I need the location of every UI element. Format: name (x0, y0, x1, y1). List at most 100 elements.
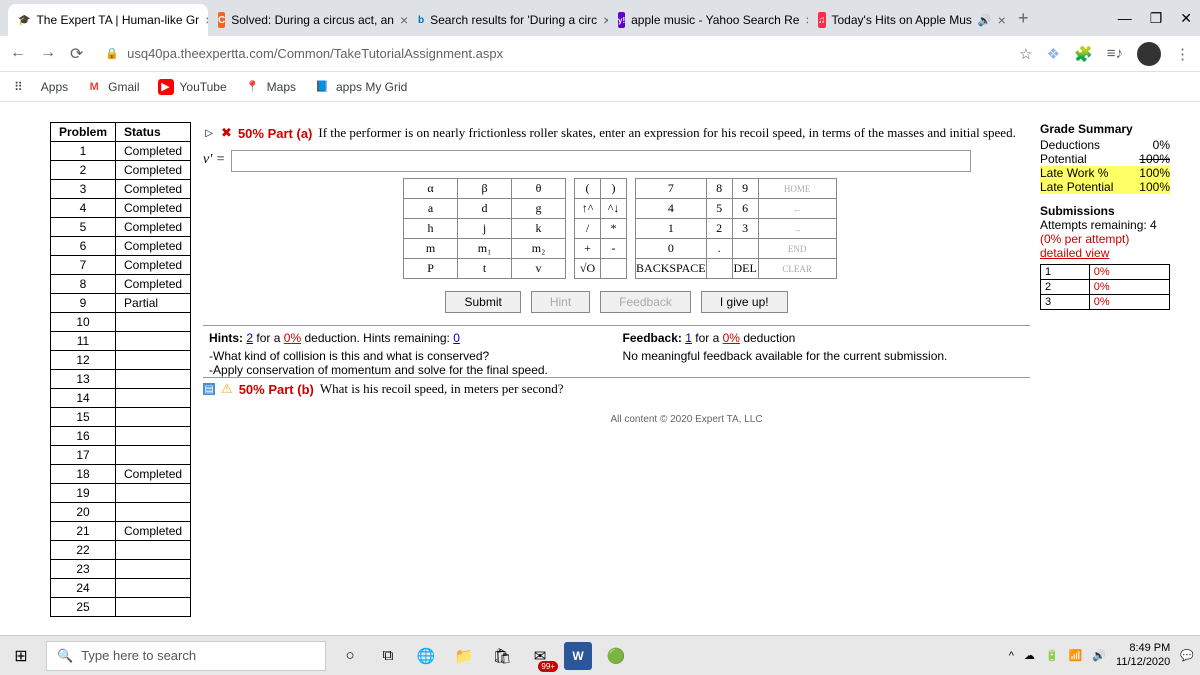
keypad-key[interactable]: * (601, 219, 627, 239)
problem-num[interactable]: 23 (51, 560, 116, 579)
keypad-key[interactable]: / (575, 219, 601, 239)
keypad-key[interactable]: √O (575, 259, 601, 279)
keypad-key[interactable]: 6 (732, 199, 758, 219)
problem-num[interactable]: 4 (51, 199, 116, 218)
keypad-key[interactable]: m₂ (512, 239, 566, 259)
problem-num[interactable]: 22 (51, 541, 116, 560)
feedback-button[interactable]: Feedback (600, 291, 691, 313)
keypad-key[interactable]: ← (758, 199, 836, 219)
problem-num[interactable]: 14 (51, 389, 116, 408)
keypad-key[interactable]: - (601, 239, 627, 259)
tab-audio-icon[interactable]: 🔊 (978, 14, 992, 27)
problem-num[interactable]: 25 (51, 598, 116, 617)
keypad-key[interactable]: 2 (706, 219, 732, 239)
keypad-key[interactable]: j (458, 219, 512, 239)
collapse-icon[interactable]: ▤ (203, 383, 215, 395)
keypad-key[interactable]: 1 (636, 219, 707, 239)
problem-num[interactable]: 21 (51, 522, 116, 541)
tab-close-icon[interactable]: × (400, 12, 408, 28)
keypad-key[interactable]: P (404, 259, 458, 279)
apps-icon[interactable]: ⠿ (14, 80, 23, 94)
giveup-button[interactable]: I give up! (701, 291, 788, 313)
window-minimize-icon[interactable]: — (1118, 10, 1132, 27)
taskbar-clock[interactable]: 8:49 PM 11/12/2020 (1116, 642, 1170, 668)
keypad-key[interactable]: t (458, 259, 512, 279)
wifi-icon[interactable]: 📶 (1069, 649, 1083, 662)
bookmark-maps[interactable]: 📍Maps (245, 79, 296, 95)
browser-tab[interactable]: b Search results for 'During a circ × (408, 4, 608, 36)
browser-tab[interactable]: C Solved: During a circus act, an × (208, 4, 408, 36)
keypad-key[interactable]: 7 (636, 179, 707, 199)
hint-button[interactable]: Hint (531, 291, 590, 313)
problem-num[interactable]: 13 (51, 370, 116, 389)
chrome-icon[interactable]: 🟢 (602, 642, 630, 670)
problem-num[interactable]: 1 (51, 142, 116, 161)
profile-avatar[interactable] (1137, 42, 1161, 66)
keypad-key[interactable]: END (758, 239, 836, 259)
browser-tab[interactable]: 🎓 The Expert TA | Human-like Gr × (8, 4, 208, 36)
detailed-view-link[interactable]: detailed view (1040, 246, 1109, 260)
close-part-icon[interactable]: ✖ (221, 125, 232, 141)
problem-num[interactable]: 7 (51, 256, 116, 275)
problem-num[interactable]: 8 (51, 275, 116, 294)
store-icon[interactable]: 🛍 (488, 642, 516, 670)
mail-icon[interactable]: ✉ (526, 642, 554, 670)
keypad-key[interactable]: 4 (636, 199, 707, 219)
keypad-key[interactable]: 0 (636, 239, 707, 259)
window-maximize-icon[interactable]: ❐ (1150, 10, 1163, 27)
collapse-icon[interactable]: ▷ (203, 127, 215, 139)
keypad-key[interactable]: d (458, 199, 512, 219)
keypad-key[interactable]: m (404, 239, 458, 259)
keypad-key[interactable]: g (512, 199, 566, 219)
keypad-key[interactable]: h (404, 219, 458, 239)
apps-label[interactable]: Apps (41, 80, 68, 94)
keypad-key[interactable]: β (458, 179, 512, 199)
bookmark-mygrid[interactable]: 📘apps My Grid (314, 79, 407, 95)
extension-puzzle-icon[interactable]: 🧩 (1074, 45, 1093, 63)
browser-tab[interactable]: ♫ Today's Hits on Apple Mus 🔊 × (808, 4, 1008, 36)
tray-chevron-icon[interactable]: ^ (1009, 650, 1014, 662)
keypad-key[interactable]: HOME (758, 179, 836, 199)
keypad-key[interactable]: ) (601, 179, 627, 199)
keypad-key[interactable]: k (512, 219, 566, 239)
problem-num[interactable]: 3 (51, 180, 116, 199)
keypad-key[interactable]: α (404, 179, 458, 199)
menu-icon[interactable]: ⋮ (1175, 45, 1190, 63)
battery-icon[interactable]: 🔋 (1045, 649, 1059, 662)
problem-num[interactable]: 20 (51, 503, 116, 522)
new-tab-button[interactable]: + (1008, 8, 1039, 29)
keypad-key[interactable] (601, 259, 627, 279)
problem-num[interactable]: 19 (51, 484, 116, 503)
problem-num[interactable]: 11 (51, 332, 116, 351)
problem-num[interactable]: 12 (51, 351, 116, 370)
keypad-key[interactable]: → (758, 219, 836, 239)
problem-num[interactable]: 2 (51, 161, 116, 180)
window-close-icon[interactable]: ✕ (1180, 10, 1192, 27)
problem-num[interactable]: 24 (51, 579, 116, 598)
problem-num[interactable]: 10 (51, 313, 116, 332)
forward-icon[interactable]: → (40, 44, 56, 64)
problem-num[interactable]: 16 (51, 427, 116, 446)
edge-icon[interactable]: 🌐 (412, 642, 440, 670)
keypad-key[interactable] (706, 259, 732, 279)
reload-icon[interactable]: ⟳ (70, 44, 83, 64)
answer-input[interactable] (231, 150, 971, 172)
bookmark-gmail[interactable]: MGmail (86, 79, 139, 95)
keypad-key[interactable]: ( (575, 179, 601, 199)
keypad-key[interactable]: DEL (732, 259, 758, 279)
back-icon[interactable]: ← (10, 44, 26, 64)
keypad-key[interactable]: + (575, 239, 601, 259)
problem-num[interactable]: 17 (51, 446, 116, 465)
start-button[interactable]: ⊞ (6, 641, 36, 671)
task-view-icon[interactable]: ⧉ (374, 642, 402, 670)
explorer-icon[interactable]: 📁 (450, 642, 478, 670)
star-icon[interactable]: ☆ (1019, 45, 1032, 63)
reading-list-icon[interactable]: ≡♪ (1107, 45, 1123, 62)
word-icon[interactable]: W (564, 642, 592, 670)
problem-num[interactable]: 18 (51, 465, 116, 484)
keypad-key[interactable]: 8 (706, 179, 732, 199)
keypad-key[interactable]: m₁ (458, 239, 512, 259)
keypad-key[interactable]: BACKSPACE (636, 259, 707, 279)
tab-close-icon[interactable]: × (998, 12, 1006, 28)
taskbar-search[interactable]: 🔍 Type here to search (46, 641, 326, 671)
